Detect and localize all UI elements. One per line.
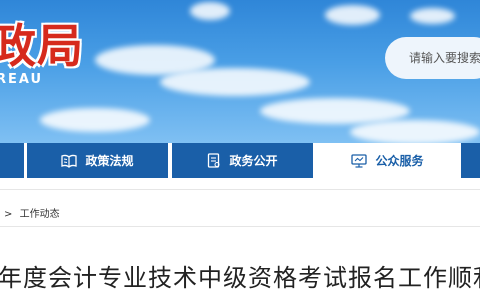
cloud-decoration: [40, 108, 150, 132]
breadcrumb-link-work-news[interactable]: 工作动态: [20, 209, 60, 220]
divider: [0, 226, 480, 227]
cloud-decoration: [325, 5, 380, 25]
breadcrumb: > 工作动态: [4, 205, 60, 220]
cloud-decoration: [350, 120, 480, 143]
site-logo-subtitle: REAU: [0, 72, 44, 87]
nav-item-label: 政策法规: [85, 154, 134, 168]
cloud-decoration: [160, 68, 310, 96]
header-banner: 政局 REAU 请输入要搜索: [0, 0, 480, 143]
book-icon: [61, 154, 78, 168]
cloud-decoration: [190, 2, 230, 20]
nav-item-label: 政务公开: [229, 154, 278, 168]
monitor-icon: [351, 153, 368, 168]
main-nav: 政策法规 政务公开 公众服务: [0, 143, 480, 178]
site-logo-text[interactable]: 政局: [0, 10, 84, 76]
search-input[interactable]: 请输入要搜索: [385, 37, 480, 79]
nav-item-policy[interactable]: 政策法规: [27, 143, 168, 178]
breadcrumb-separator: >: [4, 209, 13, 220]
cloud-decoration: [410, 8, 455, 24]
nav-item-prev[interactable]: [0, 143, 24, 178]
nav-item-public-service[interactable]: 公众服务: [317, 143, 458, 178]
divider: [0, 189, 480, 190]
nav-item-affairs[interactable]: 政务公开: [172, 143, 313, 178]
nav-item-label: 公众服务: [375, 154, 424, 168]
nav-item-next[interactable]: [461, 143, 480, 178]
document-icon: [208, 153, 220, 168]
article-title: 年度会计专业技术中级资格考试报名工作顺利: [0, 264, 480, 292]
